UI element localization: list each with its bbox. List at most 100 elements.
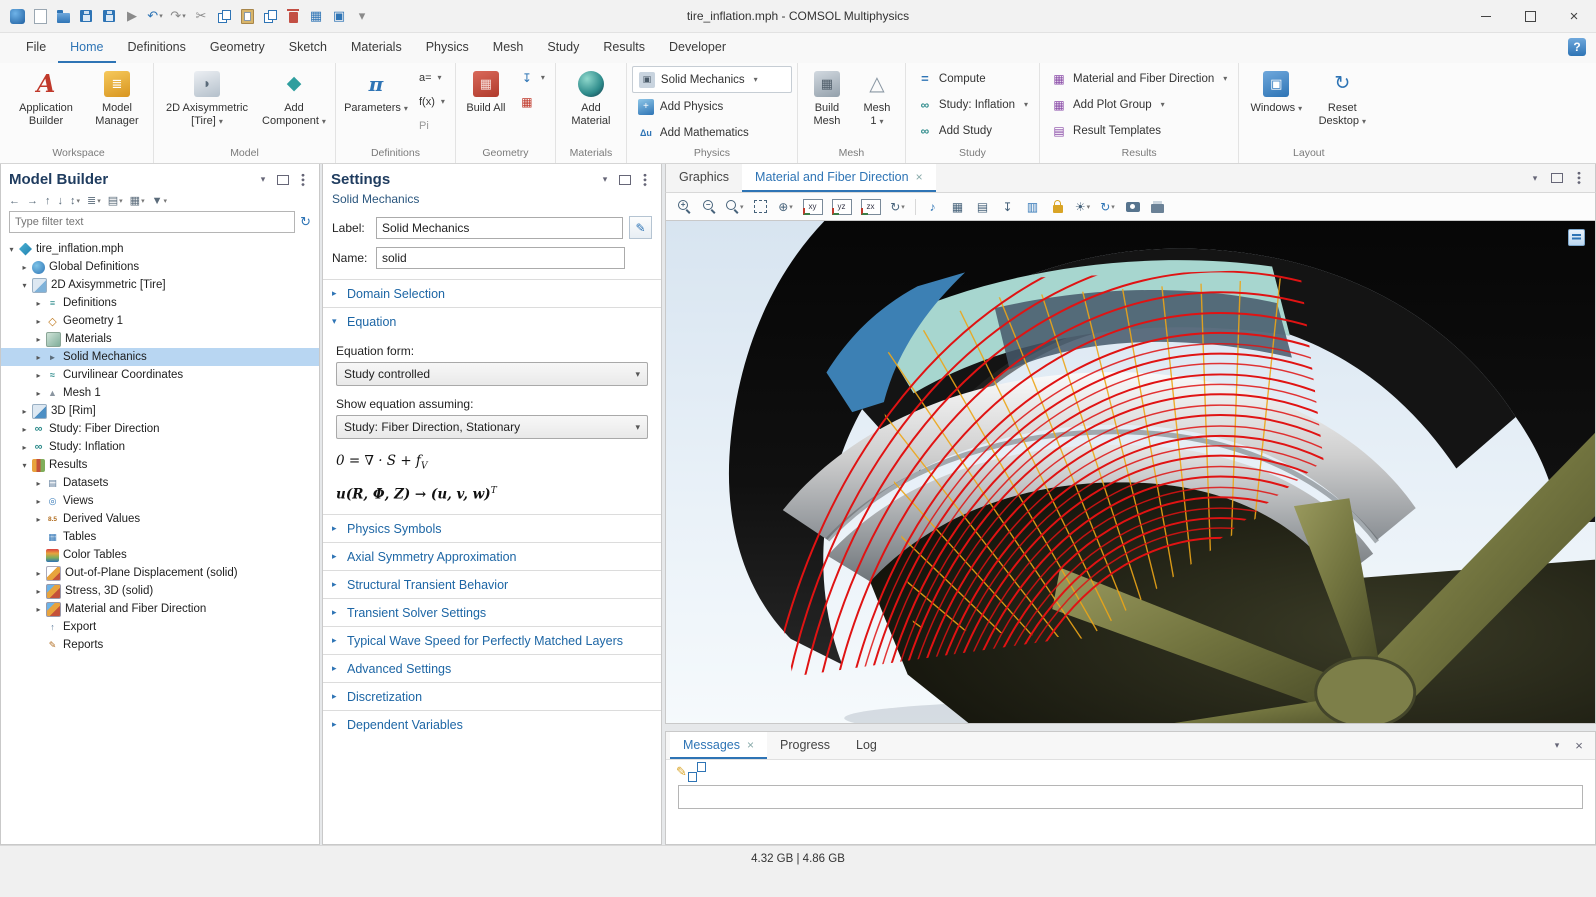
add-component-button[interactable]: Add Component [258,66,330,132]
model-tree-nodes-icon[interactable]: ▦ [130,194,145,207]
tab-definitions[interactable]: Definitions [116,33,198,63]
tree-item[interactable]: Study: Inflation [1,438,319,456]
graphics-canvas[interactable] [665,221,1596,724]
filter-icon[interactable]: ▼ [152,195,167,207]
compute-button[interactable]: Compute [911,66,1034,91]
panel-menu-icon[interactable] [295,172,311,188]
tab-sketch[interactable]: Sketch [277,33,339,63]
build-mesh-button[interactable]: Build Mesh [803,66,851,132]
save-as-icon[interactable] [100,7,118,25]
customize-toolbar-chevron-icon[interactable]: ▾ [353,7,371,25]
new-file-icon[interactable] [31,7,49,25]
chevron-down-icon[interactable] [597,172,613,188]
parameters-button[interactable]: Parameters [341,66,411,118]
minimize-button[interactable] [1464,1,1508,32]
float-panel-icon[interactable] [617,172,633,188]
view-orientation-icon[interactable]: ⊕ [778,198,794,216]
chevron-collapsed-icon[interactable] [33,587,44,596]
compute-icon[interactable]: ▣ [330,7,348,25]
view-xy-icon[interactable]: xy [803,199,823,215]
physics-interface-select[interactable]: Solid Mechanics [632,66,792,93]
refresh-icon[interactable]: ↻ [300,214,311,230]
insert-sequence-button[interactable] [514,66,550,89]
clear-messages-icon[interactable]: ✎ [676,764,687,780]
delete-icon[interactable] [284,7,302,25]
build-all-icon[interactable]: ▦ [307,7,325,25]
chevron-collapsed-icon[interactable] [33,371,44,380]
tree-item-selected[interactable]: Solid Mechanics [1,348,319,366]
add-physics-button[interactable]: Add Physics [632,94,792,119]
tree-item[interactable]: Study: Fiber Direction [1,420,319,438]
rename-icon[interactable]: ✎ [629,216,652,239]
open-icon[interactable] [54,7,72,25]
section-physics-symbols[interactable]: Physics Symbols [323,514,661,542]
chevron-down-icon[interactable] [1527,170,1543,186]
tab-messages[interactable]: Messages [670,732,767,759]
float-panel-icon[interactable] [275,172,291,188]
chevron-collapsed-icon[interactable] [19,263,30,272]
panel-menu-icon[interactable] [637,172,653,188]
tree-item[interactable]: Geometry 1 [1,312,319,330]
chevron-collapsed-icon[interactable] [33,605,44,614]
tab-log[interactable]: Log [843,732,890,759]
redo-icon[interactable]: ↷ [169,7,187,25]
mesh1-button[interactable]: Mesh 1 [854,66,900,132]
parameter-case-button[interactable]: Pi [414,114,450,137]
tree-filter-input[interactable] [9,211,295,233]
table-icon[interactable]: ▤ [975,198,991,216]
view-yz-icon[interactable]: yz [832,199,852,215]
chevron-down-icon[interactable] [255,172,271,188]
chevron-collapsed-icon[interactable] [33,317,44,326]
chevron-collapsed-icon[interactable] [33,497,44,506]
help-button[interactable]: ? [1568,38,1586,56]
move-up-icon[interactable]: ↑ [45,195,51,207]
tree-item[interactable]: Stress, 3D (solid) [1,582,319,600]
tab-materials[interactable]: Materials [339,33,414,63]
chevron-collapsed-icon[interactable] [19,425,30,434]
section-structural-transient[interactable]: Structural Transient Behavior [323,570,661,598]
section-wave-speed[interactable]: Typical Wave Speed for Perfectly Matched… [323,626,661,654]
section-equation[interactable]: Equation [323,307,661,335]
result-templates-button[interactable]: Result Templates [1045,118,1233,143]
run-icon[interactable]: ▶ [123,7,141,25]
close-button[interactable] [1552,1,1596,32]
tree-item[interactable]: Color Tables [1,546,319,564]
chevron-collapsed-icon[interactable] [33,479,44,488]
tab-study[interactable]: Study [535,33,591,63]
close-tab-icon[interactable] [747,738,754,752]
zoom-out-icon[interactable]: − [701,198,717,216]
back-icon[interactable]: ← [9,195,20,207]
sound-icon[interactable]: ♪ [925,198,941,216]
move-down-icon[interactable]: ↓ [58,195,64,207]
tree-item[interactable]: Datasets [1,474,319,492]
cut-icon[interactable]: ✂ [192,7,210,25]
chevron-collapsed-icon[interactable] [33,353,44,362]
tree-item[interactable]: Export [1,618,319,636]
get-plot-data-icon[interactable]: ↧ [1000,198,1016,216]
material-fiber-direction-button[interactable]: Material and Fiber Direction [1045,66,1233,91]
add-plot-group-button[interactable]: Add Plot Group [1045,92,1233,117]
functions-button[interactable]: f(x) [414,90,450,113]
collapse-expand-icon[interactable]: ▤ [108,194,123,207]
chevron-down-icon[interactable] [1549,738,1565,754]
tree-item[interactable]: Mesh 1 [1,384,319,402]
tree-item[interactable]: Definitions [1,294,319,312]
section-domain-selection[interactable]: Domain Selection [323,279,661,307]
tab-developer[interactable]: Developer [657,33,738,63]
chevron-collapsed-icon[interactable] [19,443,30,452]
tree-item[interactable]: Views [1,492,319,510]
tree-item[interactable]: Reports [1,636,319,654]
section-axial-symmetry[interactable]: Axial Symmetry Approximation [323,542,661,570]
add-study-button[interactable]: Add Study [911,118,1034,143]
add-material-button[interactable]: Add Material [561,66,621,132]
tree-item[interactable]: Curvilinear Coordinates [1,366,319,384]
panel-menu-icon[interactable] [1571,170,1587,186]
tab-physics[interactable]: Physics [414,33,481,63]
tree-item[interactable]: Results [1,456,319,474]
tab-file[interactable]: File [14,33,58,63]
equation-form-select[interactable]: Study controlled [336,362,648,386]
section-dependent-variables[interactable]: Dependent Variables [323,710,661,738]
chevron-collapsed-icon[interactable] [33,335,44,344]
scene-light-icon[interactable]: ☀ [1075,198,1091,216]
lock-axes-icon[interactable] [1050,198,1066,216]
